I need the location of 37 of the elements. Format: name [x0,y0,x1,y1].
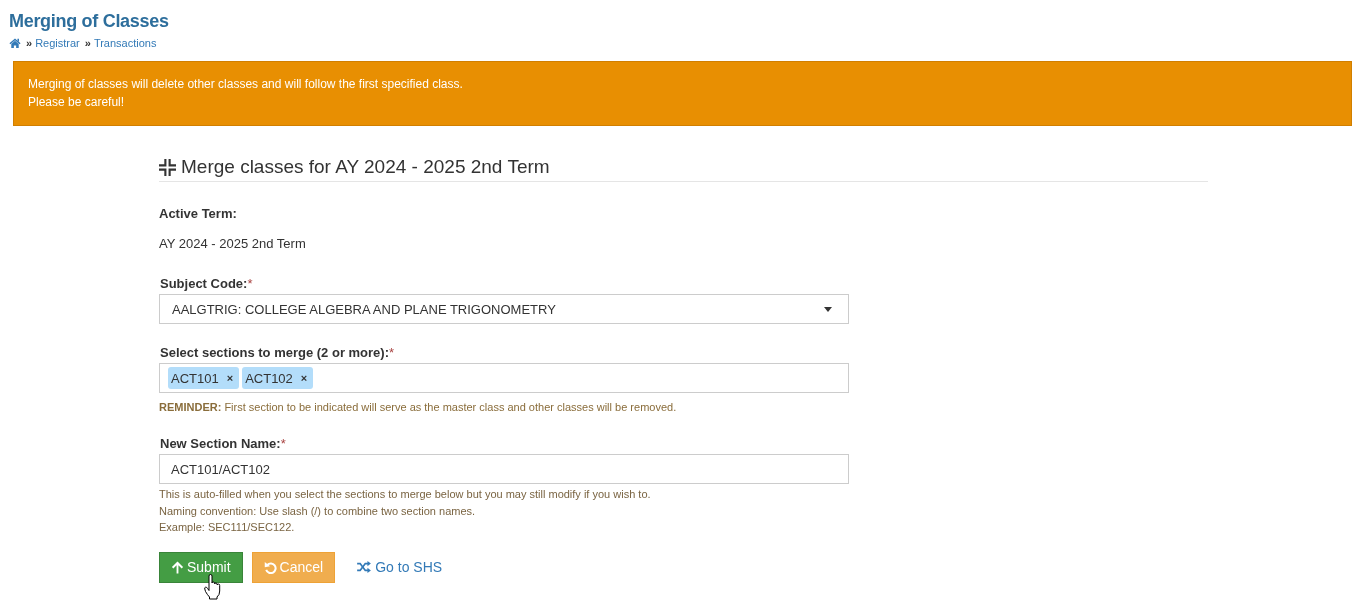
arrow-up-icon [171,560,184,574]
required-mark: * [247,275,253,293]
caret-icon [824,306,832,312]
required-mark: * [389,344,395,362]
help-text: This is auto-filled when you select the sections to merge below but you may still modify if you wish to. [159,487,652,502]
undo-icon [263,560,277,574]
field-label: Subject Code: [160,275,248,293]
help-text: Naming convention: Use slash (/) to combine two section names. [159,503,477,519]
field-label: Active Term: [159,205,238,223]
sections-field[interactable]: ACT101 × ACT102 × [159,363,849,393]
breadcrumb-link[interactable]: Transactions [93,36,157,50]
help-text: REMINDER: First section to be indicated will serve as the master class and other classes will be removed. [159,400,678,415]
breadcrumb-separator: » [26,36,33,50]
home-icon[interactable] [9,38,21,48]
section-tag[interactable]: ACT101 × [168,367,240,389]
section-tag[interactable]: ACT102 × [242,367,314,389]
go-to-shs-link[interactable]: Go to SHS [355,551,445,583]
hand-cursor-icon [204,573,221,600]
page-title: Merging of Classes [8,10,170,32]
breadcrumb-separator: » [84,36,91,50]
field-label: New Section Name: [160,435,281,453]
tag-label: ACT102 [245,370,293,386]
required-mark: * [280,435,286,453]
tag-label: ACT101 [171,370,219,386]
help-text: Example: SEC111/SEC122. [159,520,296,535]
remove-tag-button[interactable]: × [298,371,310,385]
form-heading: Merge classes for AY 2024 - 2025 2nd Term [181,156,550,178]
field-label: Select sections to merge (2 or more): [160,344,389,362]
subject-select[interactable]: AALGTRIG: COLLEGE ALGEBRA AND PLANE TRIGONOMETRY [159,294,849,324]
alert-message: Merging of classes will delete other classes and will follow the first specified class. [28,76,464,93]
active-term-value: AY 2024 - 2025 2nd Term [159,235,307,253]
compress-icon [159,158,176,176]
breadcrumb-link[interactable]: Registrar [35,36,80,50]
remove-tag-button[interactable]: × [224,371,236,385]
shuffle-icon [357,561,372,573]
section-name-input[interactable]: ACT101/ACT102 [159,454,849,484]
alert-message: Please be careful! [28,94,126,111]
